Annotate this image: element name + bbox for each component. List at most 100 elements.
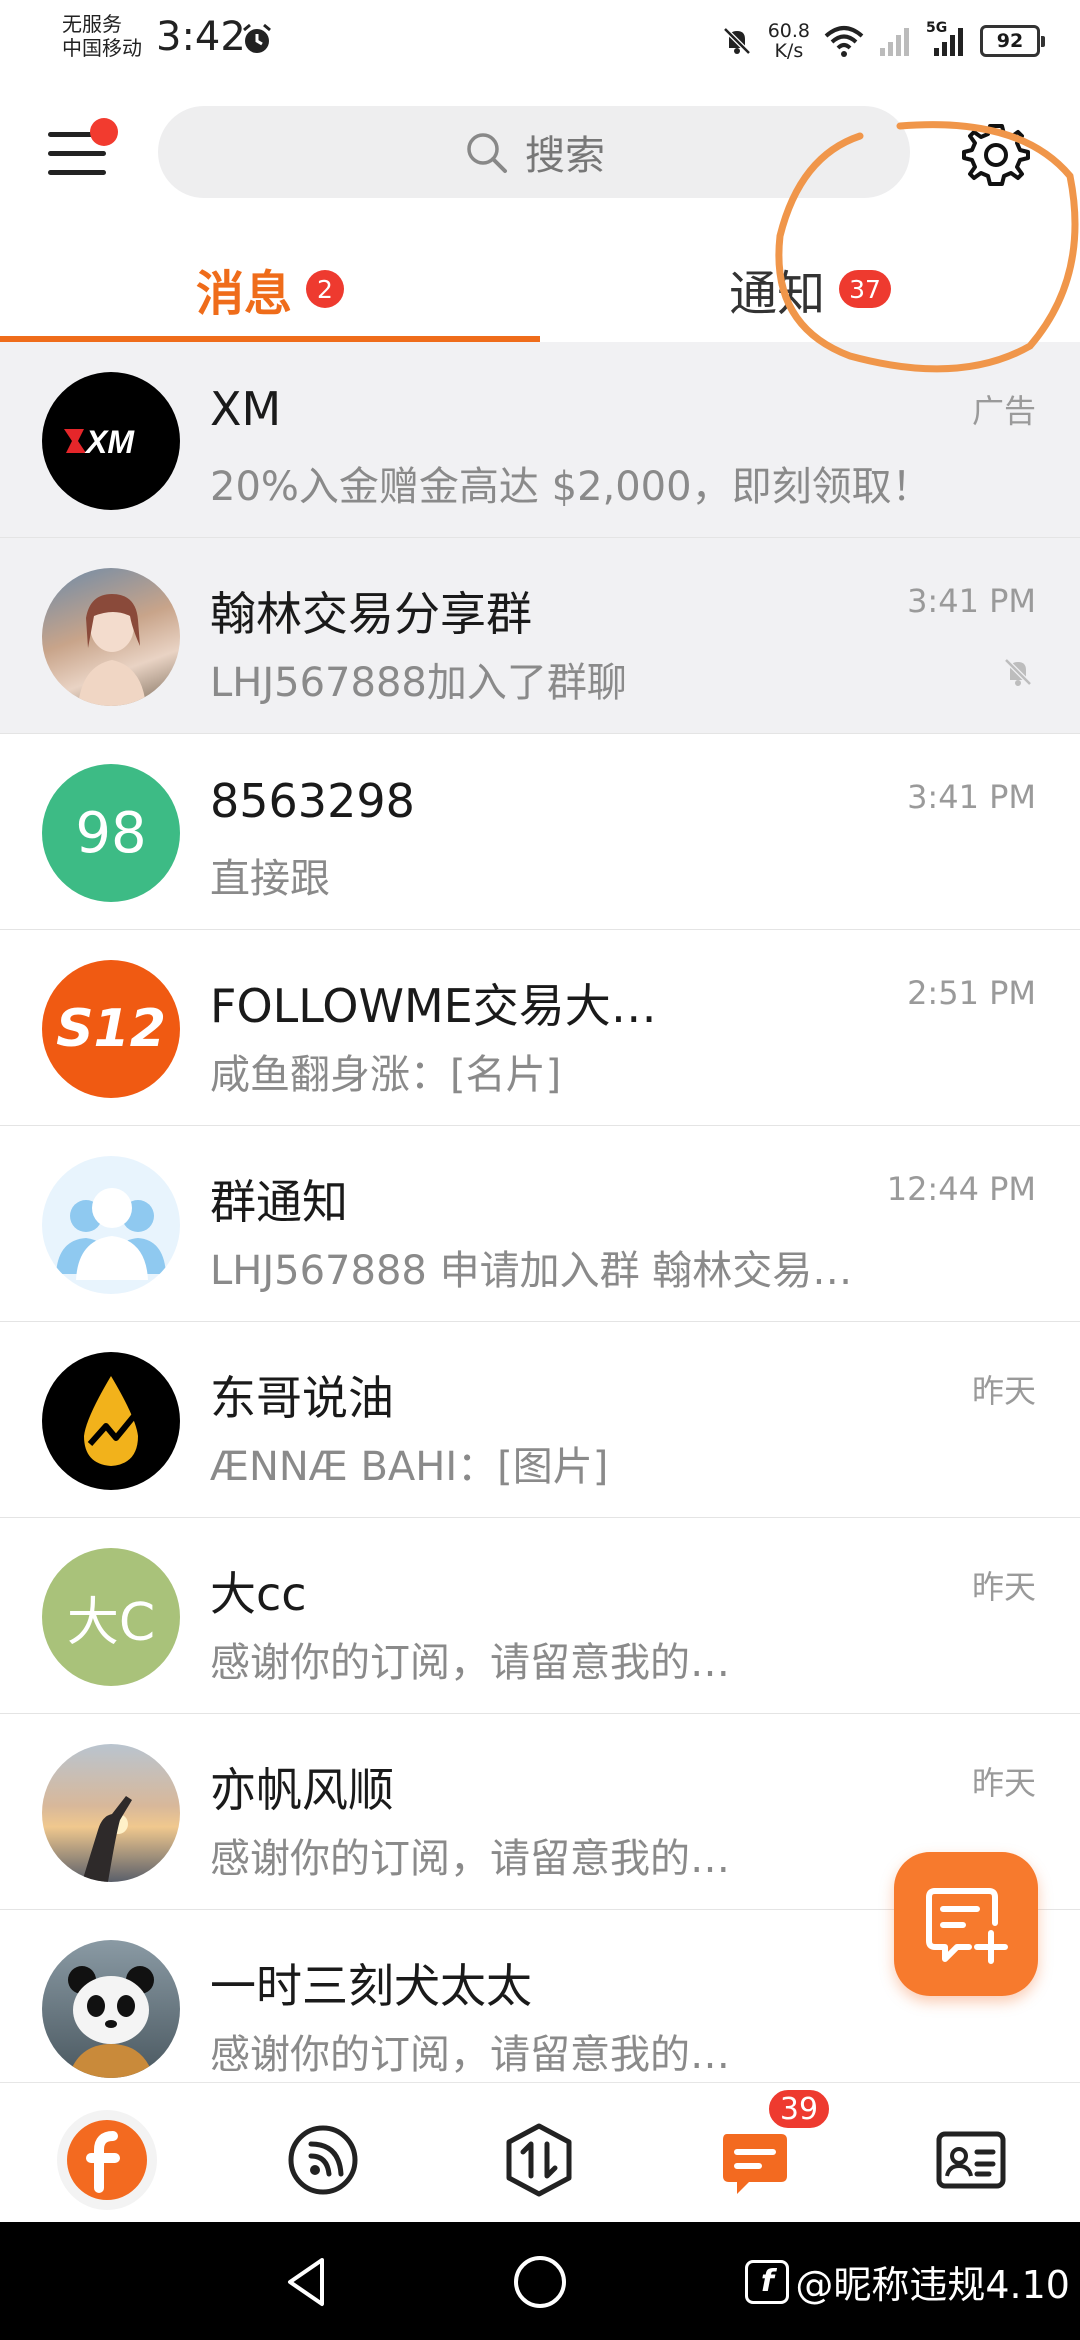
- chat-preview: LHJ567888 申请加入群 翰林交易…: [210, 1248, 853, 1294]
- carrier-line-2: 中国移动: [62, 36, 142, 60]
- sunset-hand-photo-icon: [82, 1796, 132, 1882]
- status-bar: 无服务 中国移动 3:42 60.8 K/s 5G 92: [0, 0, 1080, 80]
- avatar-initials: 98: [75, 800, 147, 866]
- chat-time: 昨天: [971, 1372, 1036, 1410]
- chat-preview: 感谢你的订阅，请留意我的…: [210, 2032, 730, 2078]
- signal-empty-icon: [880, 28, 909, 56]
- feed-icon: [288, 2125, 358, 2195]
- tab-notifications-label: 通知: [729, 266, 826, 322]
- signal-5g-icon: 5G: [926, 20, 966, 58]
- avatar: 大C: [42, 1548, 180, 1686]
- avatar: XM: [42, 372, 180, 510]
- chat-item-dacc[interactable]: 大C 大cc 感谢你的订阅，请留意我的… 昨天: [0, 1518, 1080, 1714]
- avatar-initials: 大C: [66, 1592, 156, 1653]
- chat-list: XM XM 20%入金赠金高达 $2,000，即刻领取！ 广告 翰林交易分享群 …: [0, 342, 1080, 2106]
- system-nav-bar: f @昵称违规4.10: [0, 2222, 1080, 2340]
- panda-photo-icon: [68, 1966, 154, 2078]
- avatar: 98: [42, 764, 180, 902]
- chat-name: FOLLOWME交易大…: [210, 979, 657, 1033]
- chat-item-8563298[interactable]: 98 8563298 直接跟 3:41 PM: [0, 734, 1080, 930]
- carrier-info: 无服务 中国移动: [62, 12, 142, 60]
- home-icon[interactable]: [510, 2252, 570, 2312]
- chat-time: 3:41 PM: [907, 582, 1036, 620]
- svg-text:XM: XM: [84, 424, 135, 460]
- chat-preview: 感谢你的订阅，请留意我的…: [210, 1640, 730, 1686]
- nav-item-home[interactable]: [52, 2105, 162, 2215]
- wifi-icon: [824, 26, 864, 57]
- chat-name: 亦帆风顺: [210, 1763, 394, 1817]
- chat-name: XM: [210, 382, 282, 436]
- chat-name: 东哥说油: [210, 1371, 394, 1425]
- network-speed: 60.8 K/s: [768, 21, 810, 61]
- chat-time: 12:44 PM: [886, 1170, 1036, 1208]
- chat-item-hanlin-group[interactable]: 翰林交易分享群 LHJ567888加入了群聊 3:41 PM: [0, 538, 1080, 734]
- chat-preview: 20%入金赠金高达 $2,000，即刻领取！: [210, 464, 932, 510]
- chat-name: 群通知: [210, 1175, 348, 1229]
- battery-indicator: 92: [980, 25, 1045, 57]
- muted-bell-icon: [1004, 658, 1032, 686]
- avatar: [42, 568, 180, 706]
- chat-preview: 直接跟: [210, 856, 330, 902]
- messages-badge: 39: [766, 2087, 832, 2131]
- new-chat-button[interactable]: [894, 1852, 1038, 1996]
- chat-item-dongge-oil[interactable]: 东哥说油 ÆNNÆ BAHI：[图片] 昨天: [0, 1322, 1080, 1518]
- avatar-initials: S12: [56, 999, 166, 1059]
- oil-drop-icon: [84, 1376, 138, 1466]
- status-icons: 60.8 K/s 5G 92: [720, 16, 1045, 66]
- chat-item-group-notice[interactable]: 群通知 LHJ567888 申请加入群 翰林交易… 12:44 PM: [0, 1126, 1080, 1322]
- chat-time: 3:41 PM: [907, 778, 1036, 816]
- net-speed-value: 60.8: [767, 20, 810, 42]
- nav-item-profile[interactable]: [916, 2105, 1026, 2215]
- trade-icon: [506, 2123, 572, 2197]
- chat-preview: LHJ567888加入了群聊: [210, 660, 627, 706]
- profile-card-icon: [936, 2131, 1006, 2189]
- nav-item-feed[interactable]: [268, 2105, 378, 2215]
- search-input[interactable]: 搜索: [158, 106, 910, 198]
- gear-icon: [962, 124, 1030, 186]
- tab-notifications[interactable]: 通知 37: [540, 236, 1080, 342]
- compose-message-icon: [926, 1888, 1008, 1964]
- bottom-nav: 39: [0, 2082, 1080, 2222]
- person-photo-icon: [78, 594, 146, 706]
- net-speed-unit: K/s: [774, 40, 804, 62]
- chat-item-xm[interactable]: XM XM 20%入金赠金高达 $2,000，即刻领取！ 广告: [0, 342, 1080, 538]
- alarm-icon: [243, 23, 271, 53]
- avatar: [42, 1352, 180, 1490]
- avatar: [42, 1744, 180, 1882]
- menu-bar-middle: [48, 151, 106, 156]
- chat-time: 昨天: [971, 1568, 1036, 1606]
- avatar: S12: [42, 960, 180, 1098]
- search-icon: [467, 133, 507, 173]
- group-users-icon: [56, 1188, 166, 1280]
- settings-button[interactable]: [960, 118, 1032, 190]
- avatar: [42, 1156, 180, 1294]
- chat-item-followme[interactable]: S12 FOLLOWME交易大… 咸鱼翻身涨：[名片] 2:51 PM: [0, 930, 1080, 1126]
- chat-preview: ÆNNÆ BAHI：[图片]: [210, 1444, 609, 1490]
- chat-time: 昨天: [971, 1764, 1036, 1802]
- tab-notifications-badge: 37: [839, 270, 891, 308]
- followme-watermark-icon: f: [745, 2259, 790, 2304]
- carrier-line-1: 无服务: [62, 12, 122, 36]
- chat-name: 一时三刻犬太太: [210, 1959, 532, 2013]
- tab-messages[interactable]: 消息 2: [0, 236, 540, 342]
- followme-icon: [57, 2110, 157, 2210]
- menu-bar-bottom: [48, 170, 106, 175]
- chat-preview: 感谢你的订阅，请留意我的…: [210, 1836, 730, 1882]
- tab-messages-badge: 2: [306, 270, 344, 308]
- messages-icon: [723, 2134, 787, 2194]
- back-icon[interactable]: [278, 2252, 338, 2312]
- chat-preview: 咸鱼翻身涨：[名片]: [210, 1052, 562, 1098]
- ad-label: 广告: [971, 392, 1036, 430]
- status-time: 3:42: [156, 14, 246, 60]
- menu-notification-dot: [90, 118, 118, 146]
- nav-item-trade[interactable]: [484, 2105, 594, 2215]
- search-placeholder: 搜索: [525, 133, 605, 179]
- xm-logo-icon: XM: [64, 424, 135, 460]
- chat-name: 8563298: [210, 774, 415, 828]
- chat-time: 2:51 PM: [907, 974, 1036, 1012]
- mute-bell-icon: [722, 27, 751, 55]
- chat-name: 翰林交易分享群: [210, 587, 532, 641]
- menu-button[interactable]: [44, 118, 118, 190]
- avatar: [42, 1940, 180, 2078]
- tab-bar: 消息 2 通知 37: [0, 236, 1080, 342]
